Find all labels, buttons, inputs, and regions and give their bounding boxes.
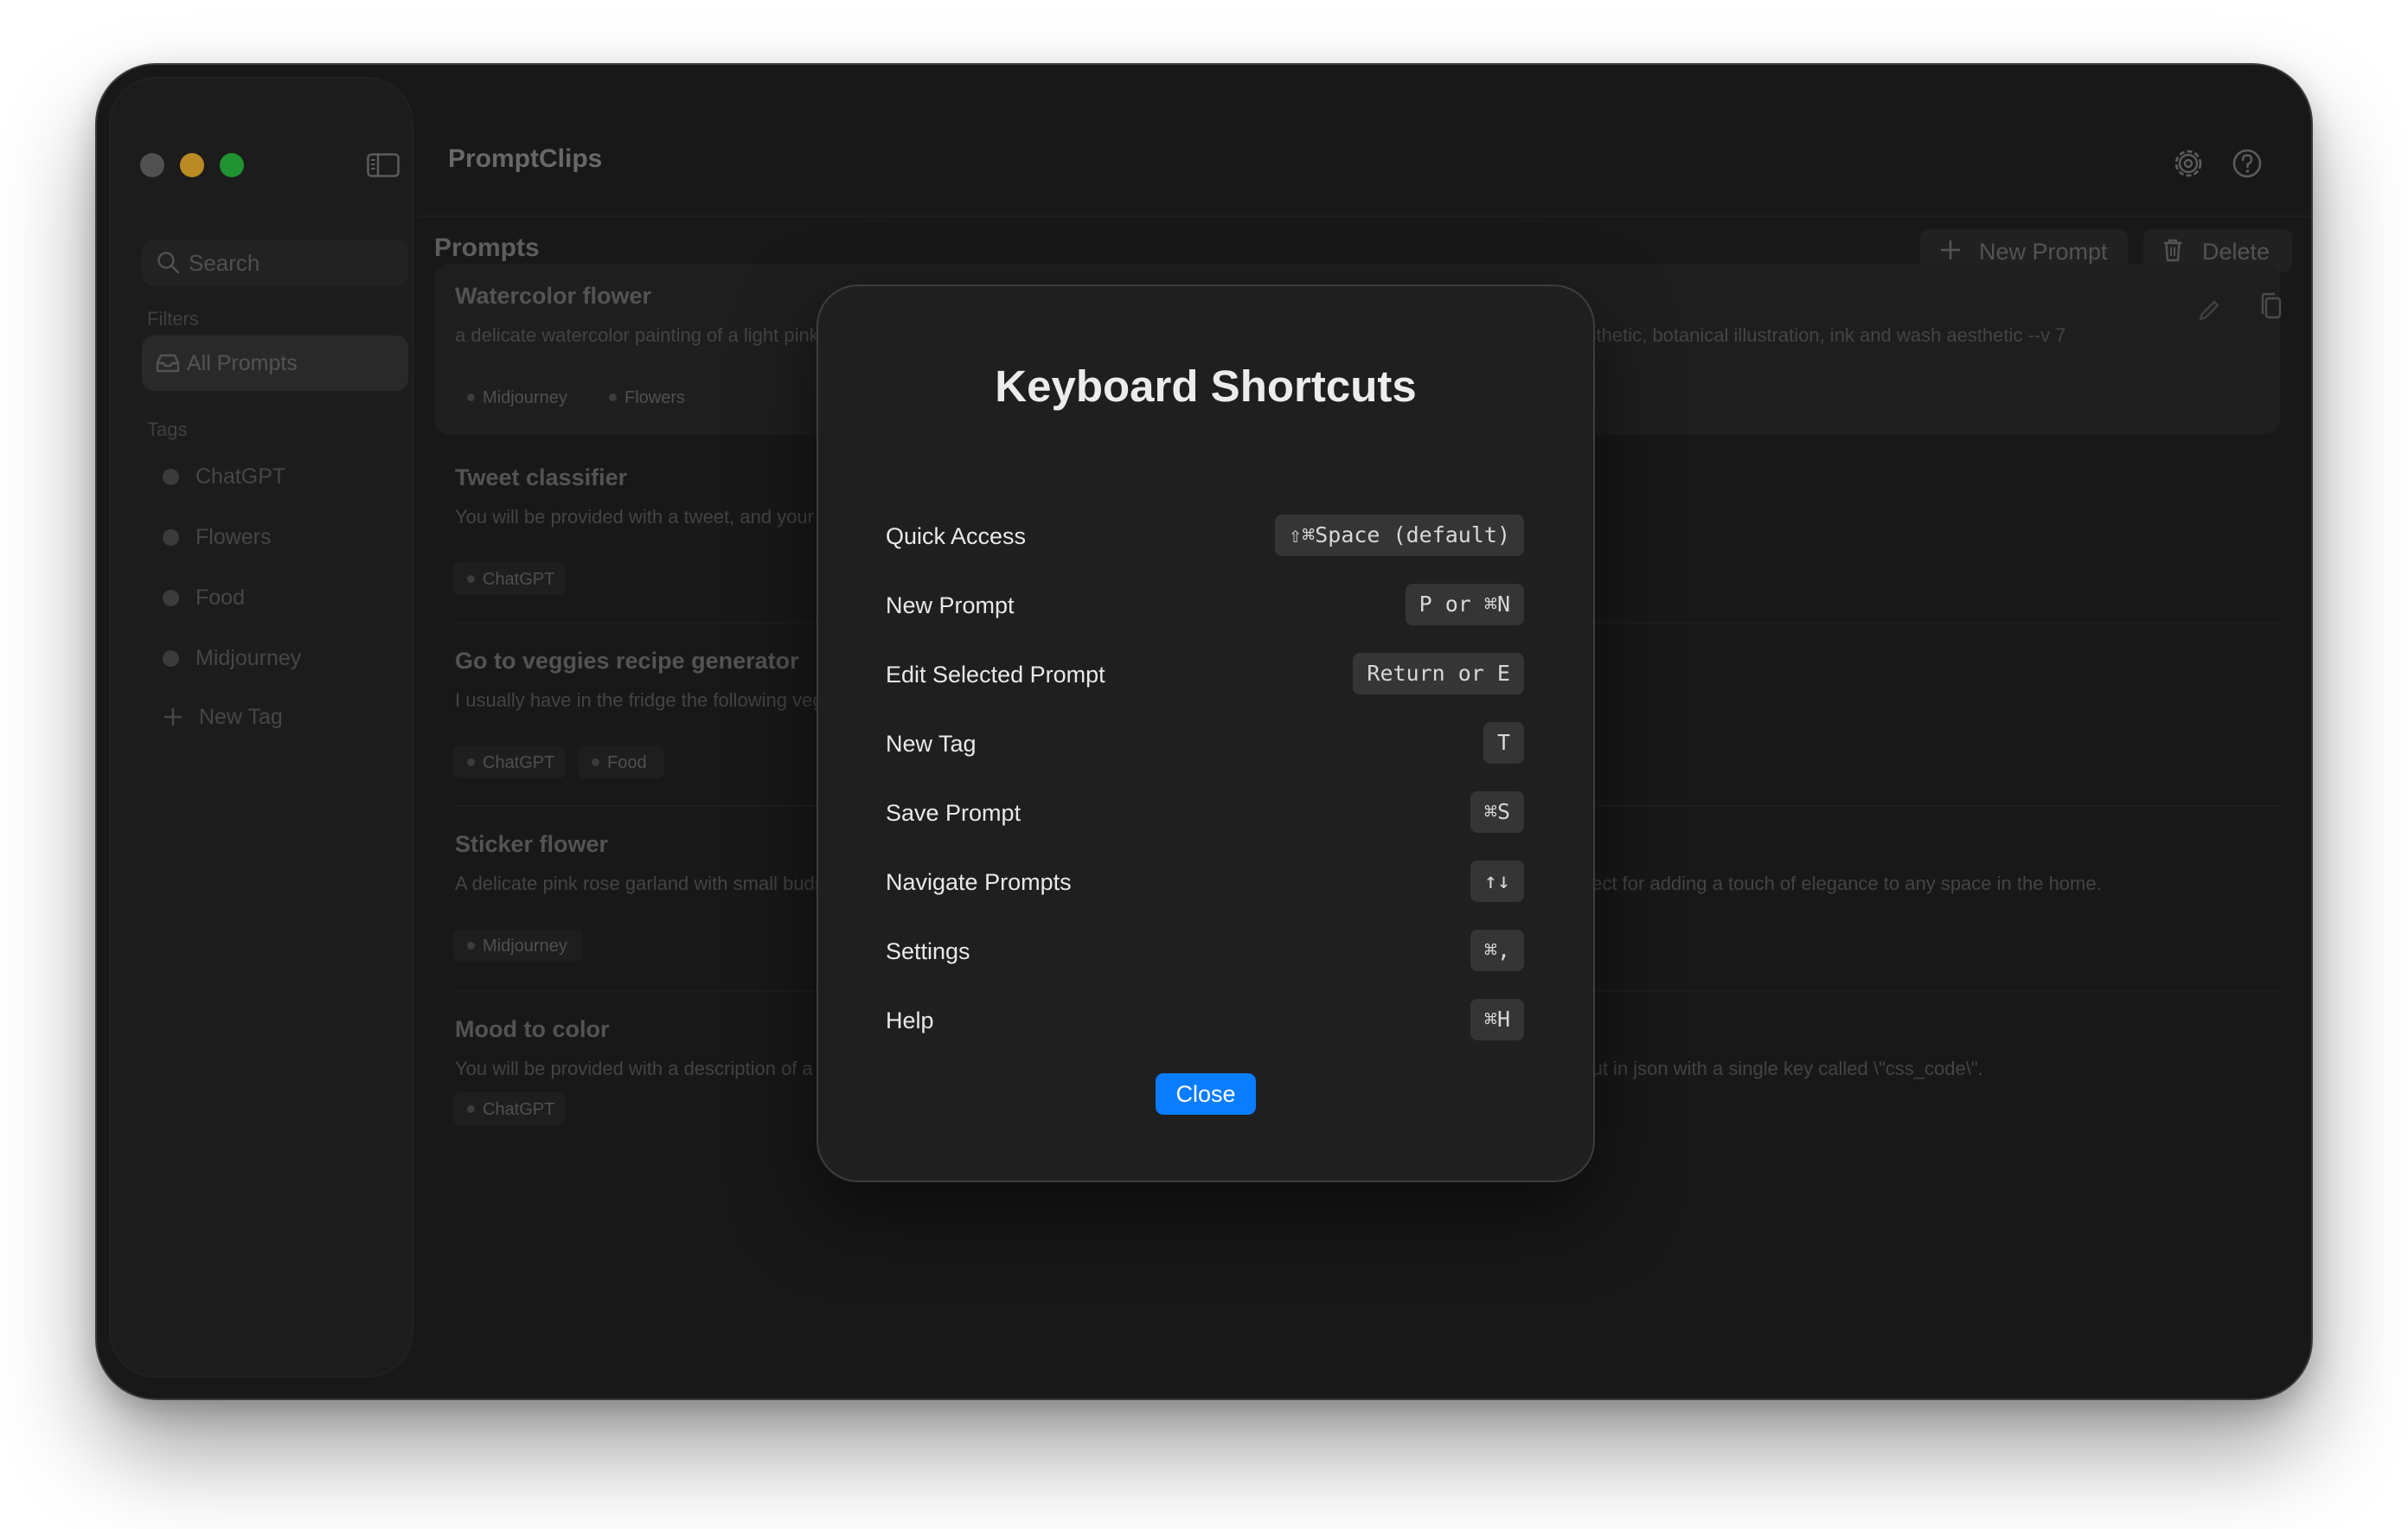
shortcut-label: New Prompt — [886, 592, 1015, 618]
tags-heading: Tags — [147, 419, 188, 440]
shortcut-keys: ⌘, — [1470, 930, 1524, 971]
tag-label: Flowers — [195, 525, 272, 549]
tag-dot-icon — [609, 393, 617, 401]
tag-chip-label: ChatGPT — [483, 570, 555, 589]
tag-chip-label: Food — [607, 753, 647, 772]
sidebar-toggle-icon[interactable] — [367, 153, 400, 177]
prompt-title: Go to veggies recipe generator — [455, 648, 799, 674]
tag-dot-icon — [467, 758, 475, 766]
tag-dot-icon — [163, 469, 179, 485]
trash-icon — [2164, 239, 2181, 262]
tag-chip-label: Midjourney — [483, 937, 567, 956]
tray-icon — [156, 354, 180, 373]
tag-dot-icon — [467, 1105, 475, 1113]
shortcut-keys: ⇧⌘Space (default) — [1275, 515, 1524, 556]
minimize-window-button[interactable] — [180, 153, 204, 177]
shortcut-label: Navigate Prompts — [886, 869, 1072, 895]
shortcut-row-new-prompt: New Prompt P or ⌘N — [886, 584, 1524, 625]
new-tag-label: New Tag — [199, 705, 283, 729]
settings-icon[interactable] — [2171, 146, 2206, 181]
shortcut-label: Help — [886, 1008, 934, 1033]
shortcut-row-settings: Settings ⌘, — [886, 930, 1524, 971]
help-icon[interactable] — [2230, 146, 2264, 181]
section-title: Prompts — [434, 234, 540, 262]
tag-chip: ChatGPT — [453, 745, 566, 778]
tag-label: Food — [195, 585, 245, 610]
shortcut-keys: ⌘H — [1470, 999, 1524, 1040]
shortcut-keys: Return or E — [1353, 653, 1524, 694]
dialog-title: Keyboard Shortcuts — [995, 361, 1417, 411]
app-title: PromptClips — [448, 144, 603, 173]
tag-dot-icon — [163, 590, 179, 606]
shortcut-row-navigate-prompts: Navigate Prompts ↑↓ — [886, 860, 1524, 902]
search-icon — [157, 252, 180, 274]
tag-chip: Midjourney — [453, 381, 583, 413]
shortcut-label: Quick Access — [886, 523, 1027, 549]
tag-chip-label: ChatGPT — [483, 1100, 555, 1119]
shortcut-keys: P or ⌘N — [1405, 584, 1524, 625]
tag-chip: ChatGPT — [453, 562, 566, 595]
edit-icon[interactable] — [2192, 293, 2226, 328]
new-prompt-label: New Prompt — [1979, 239, 2108, 265]
prompt-title: Watercolor flower — [455, 283, 652, 309]
tag-chip-label: ChatGPT — [483, 753, 555, 772]
plus-icon — [164, 708, 182, 726]
tag-chip: Flowers — [595, 381, 699, 413]
tag-label: Midjourney — [195, 646, 302, 670]
filters-heading: Filters — [147, 308, 199, 329]
shortcut-row-new-tag: New Tag T — [886, 722, 1524, 764]
tag-dot-icon — [592, 758, 599, 766]
filter-label: All Prompts — [187, 351, 298, 375]
shortcut-label: Save Prompt — [886, 800, 1021, 826]
tag-dot-icon — [467, 393, 475, 401]
tag-chip-label: Midjourney — [483, 388, 567, 407]
shortcut-row-help: Help ⌘H — [886, 999, 1524, 1040]
shortcut-row-edit-selected-prompt: Edit Selected Prompt Return or E — [886, 653, 1524, 694]
app-window: Search Filters All Prompts Tags ChatGPT … — [97, 65, 2311, 1398]
tag-label: ChatGPT — [195, 464, 286, 489]
plus-icon — [1941, 240, 1960, 259]
close-window-button[interactable] — [140, 153, 164, 177]
shortcut-keys: ↑↓ — [1470, 860, 1524, 902]
search-placeholder: Search — [189, 250, 260, 276]
keyboard-shortcuts-dialog: Keyboard Shortcuts Quick Access ⇧⌘Space … — [817, 285, 1595, 1182]
prompt-title: Mood to color — [455, 1016, 610, 1042]
tag-chip: Midjourney — [453, 929, 583, 962]
tag-chip: Food — [578, 745, 664, 778]
tag-chip-label: Flowers — [624, 388, 686, 407]
prompt-title: Tweet classifier — [455, 464, 628, 490]
shortcut-label: Edit Selected Prompt — [886, 662, 1105, 688]
delete-label: Delete — [2202, 239, 2270, 265]
shortcut-row-save-prompt: Save Prompt ⌘S — [886, 791, 1524, 833]
zoom-window-button[interactable] — [220, 153, 244, 177]
tag-dot-icon — [467, 575, 475, 583]
shortcut-keys: T — [1483, 722, 1524, 764]
shortcut-keys: ⌘S — [1470, 791, 1524, 833]
tag-dot-icon — [467, 942, 475, 950]
tag-chip: ChatGPT — [453, 1092, 566, 1125]
prompt-title: Sticker flower — [455, 831, 609, 857]
tag-dot-icon — [163, 650, 179, 667]
shortcut-label: New Tag — [886, 731, 977, 757]
filter-all-prompts[interactable]: All Prompts — [142, 336, 408, 391]
header-divider — [417, 215, 2311, 217]
shortcut-row-quick-access: Quick Access ⇧⌘Space (default) — [886, 515, 1524, 556]
search-input[interactable]: Search — [142, 240, 408, 286]
close-button[interactable]: Close — [1156, 1073, 1256, 1115]
sidebar: Search Filters All Prompts Tags ChatGPT … — [109, 77, 413, 1378]
tag-dot-icon — [163, 529, 179, 546]
shortcut-label: Settings — [886, 938, 970, 964]
copy-icon[interactable] — [2254, 290, 2289, 324]
